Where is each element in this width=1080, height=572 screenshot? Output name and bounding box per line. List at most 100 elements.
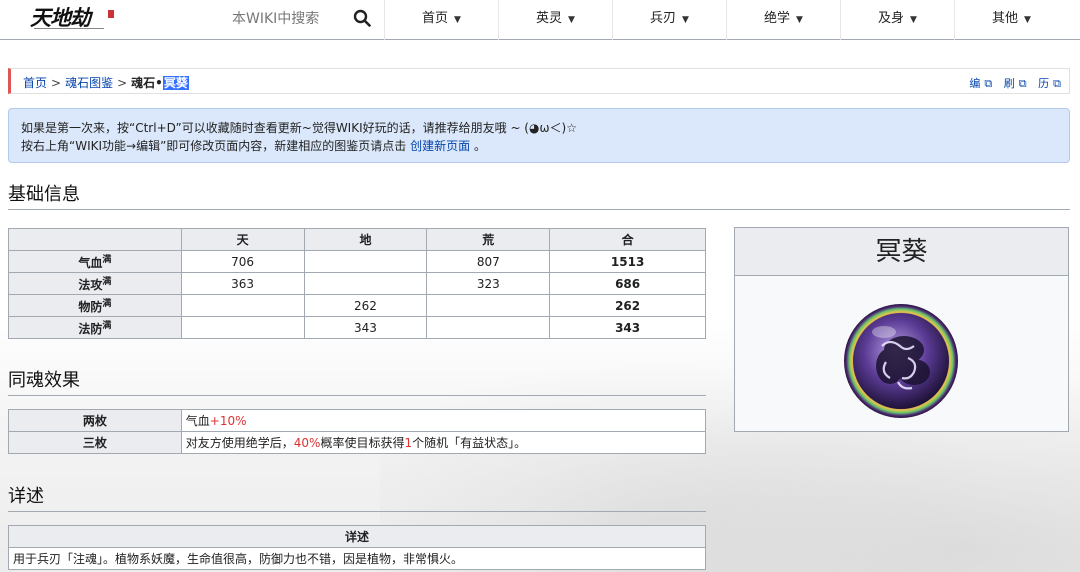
effect-text: 个随机「有益状态」。 bbox=[412, 436, 527, 450]
table-row: 三枚 对友方使用绝学后，40%概率使目标获得1个随机「有益状态」。 bbox=[8, 431, 707, 454]
breadcrumb-category-link[interactable]: 魂石图鉴 bbox=[65, 76, 113, 90]
nav-other[interactable]: 其他 ▼ bbox=[954, 0, 1068, 40]
external-link-icon: ⧉ bbox=[984, 77, 993, 90]
breadcrumb-separator: > bbox=[117, 76, 128, 90]
cell-total: 1513 bbox=[549, 250, 706, 273]
cell-di bbox=[303, 250, 428, 273]
infobox-title: 冥葵 bbox=[735, 228, 1068, 276]
cell-total: 343 bbox=[549, 316, 706, 339]
effect-text: 对友方使用绝学后， bbox=[185, 436, 294, 450]
nav-skills[interactable]: 绝学 ▼ bbox=[726, 0, 840, 40]
welcome-notice: 如果是第一次来，按“Ctrl+D”可以收藏随时查看更新~觉得WIKI好玩的话，请… bbox=[8, 108, 1070, 163]
row-label: 法防满 bbox=[8, 316, 182, 339]
edit-link-label: 编 bbox=[969, 77, 981, 90]
max-marker: 满 bbox=[102, 299, 112, 309]
chevron-down-icon: ▼ bbox=[454, 15, 461, 25]
table-row: 物防满 262 262 bbox=[8, 294, 706, 317]
stats-table: 天 地 荒 合 气血满 706 807 1513 法攻满 363 323 686… bbox=[8, 228, 706, 339]
nav-other-label: 其他 bbox=[992, 11, 1019, 26]
nav-skills-label: 绝学 bbox=[764, 11, 791, 26]
row-label-text: 物防 bbox=[78, 300, 103, 314]
notice-line-2-end: 。 bbox=[470, 139, 486, 153]
nav-weapons[interactable]: 兵刃 ▼ bbox=[612, 0, 726, 40]
nav-home-label: 首页 bbox=[422, 11, 449, 26]
cell-di: 343 bbox=[303, 316, 428, 339]
search-input[interactable] bbox=[232, 8, 342, 30]
logo-underline bbox=[34, 28, 104, 29]
history-link[interactable]: 历 ⧉ bbox=[1034, 77, 1061, 90]
infobox: 冥葵 bbox=[734, 227, 1069, 432]
max-marker: 满 bbox=[102, 255, 112, 265]
edit-link[interactable]: 编 ⧉ bbox=[965, 77, 992, 90]
cell-di bbox=[303, 272, 428, 295]
chevron-down-icon: ▼ bbox=[910, 15, 917, 25]
section-heading-resonance: 同魂效果 bbox=[8, 370, 706, 396]
top-navigation: 天地劫 首页 ▼ 英灵 ▼ 兵刃 ▼ 绝学 ▼ 及身 ▼ 其他 ▼ bbox=[0, 0, 1080, 40]
set-effect-text: 对友方使用绝学后，40%概率使目标获得1个随机「有益状态」。 bbox=[180, 431, 707, 454]
row-label: 法攻满 bbox=[8, 272, 182, 295]
cell-total: 686 bbox=[549, 272, 706, 295]
row-label: 三枚 bbox=[8, 431, 182, 454]
set-effect-table: 两枚 气血+10% 三枚 对友方使用绝学后，40%概率使目标获得1个随机「有益状… bbox=[8, 409, 707, 454]
site-logo[interactable]: 天地劫 bbox=[28, 4, 116, 34]
section-heading-basic: 基础信息 bbox=[8, 184, 1070, 210]
soul-stone-image[interactable] bbox=[842, 302, 960, 420]
cell-tian bbox=[180, 294, 305, 317]
search-box bbox=[232, 8, 392, 30]
nav-equipment[interactable]: 及身 ▼ bbox=[840, 0, 954, 40]
cell-total: 262 bbox=[549, 294, 706, 317]
external-link-icon: ⧉ bbox=[1053, 77, 1061, 90]
search-icon[interactable] bbox=[353, 9, 371, 27]
row-label: 气血满 bbox=[8, 250, 182, 273]
cell-huang bbox=[426, 316, 551, 339]
breadcrumb-trail: 首页 > 魂石图鉴 > 魂石•冥葵 bbox=[23, 74, 189, 91]
cell-tian: 706 bbox=[180, 250, 305, 273]
nav-home[interactable]: 首页 ▼ bbox=[384, 0, 498, 40]
nav-heroes-label: 英灵 bbox=[536, 11, 563, 26]
cell-tian: 363 bbox=[180, 272, 305, 295]
breadcrumb-current-prefix: 魂石• bbox=[131, 76, 163, 90]
chevron-down-icon: ▼ bbox=[1024, 15, 1031, 25]
table-header-cell: 地 bbox=[303, 228, 428, 251]
history-link-label: 历 bbox=[1038, 77, 1050, 90]
table-header-cell: 详述 bbox=[8, 525, 706, 548]
cell-huang: 807 bbox=[426, 250, 551, 273]
table-header-cell: 天 bbox=[180, 228, 305, 251]
detail-table: 详述 用于兵刃「注魂」。植物系妖魔，生命值很高，防御力也不错，因是植物，非常惧火… bbox=[8, 525, 706, 570]
breadcrumb-current-selected: 冥葵 bbox=[162, 76, 189, 90]
row-label: 两枚 bbox=[8, 409, 182, 432]
breadcrumb-home-link[interactable]: 首页 bbox=[23, 76, 47, 90]
nav-heroes[interactable]: 英灵 ▼ bbox=[498, 0, 612, 40]
refresh-link-label: 刷 bbox=[1003, 77, 1015, 90]
create-page-link[interactable]: 创建新页面 bbox=[410, 139, 470, 153]
breadcrumb-separator: > bbox=[51, 76, 62, 90]
table-row: 气血满 706 807 1513 bbox=[8, 250, 706, 273]
page-tools: 编 ⧉ 刷 ⧉ 历 ⧉ bbox=[961, 75, 1061, 91]
effect-value: 1 bbox=[404, 436, 413, 450]
effect-text: 气血 bbox=[185, 414, 210, 428]
table-row: 两枚 气血+10% bbox=[8, 409, 707, 432]
table-row: 用于兵刃「注魂」。植物系妖魔，生命值很高，防御力也不错，因是植物，非常惧火。 bbox=[8, 547, 706, 570]
row-label-text: 法攻 bbox=[78, 278, 103, 292]
cell-di: 262 bbox=[303, 294, 428, 317]
cell-huang bbox=[426, 294, 551, 317]
effect-value: 40% bbox=[293, 436, 321, 450]
row-label-text: 气血 bbox=[78, 256, 103, 270]
table-header-row: 天 地 荒 合 bbox=[8, 228, 706, 251]
chevron-down-icon: ▼ bbox=[682, 15, 689, 25]
table-header-cell: 合 bbox=[549, 228, 706, 251]
nav-weapons-label: 兵刃 bbox=[650, 11, 677, 26]
max-marker: 满 bbox=[102, 321, 112, 331]
cell-huang: 323 bbox=[426, 272, 551, 295]
notice-line-2: 按右上角“WIKI功能→编辑”即可修改页面内容，新建相应的图鉴页请点击 创建新页… bbox=[21, 137, 1057, 155]
section-heading-detail: 详述 bbox=[8, 486, 706, 512]
refresh-link[interactable]: 刷 ⧉ bbox=[1000, 77, 1027, 90]
table-row: 法防满 343 343 bbox=[8, 316, 706, 339]
chevron-down-icon: ▼ bbox=[568, 15, 575, 25]
table-header-cell bbox=[8, 228, 182, 251]
row-label-text: 法防 bbox=[78, 322, 103, 336]
effect-value: +10% bbox=[209, 414, 247, 428]
max-marker: 满 bbox=[102, 277, 112, 287]
breadcrumb: 首页 > 魂石图鉴 > 魂石•冥葵 编 ⧉ 刷 ⧉ 历 ⧉ bbox=[8, 68, 1070, 94]
chevron-down-icon: ▼ bbox=[796, 15, 803, 25]
